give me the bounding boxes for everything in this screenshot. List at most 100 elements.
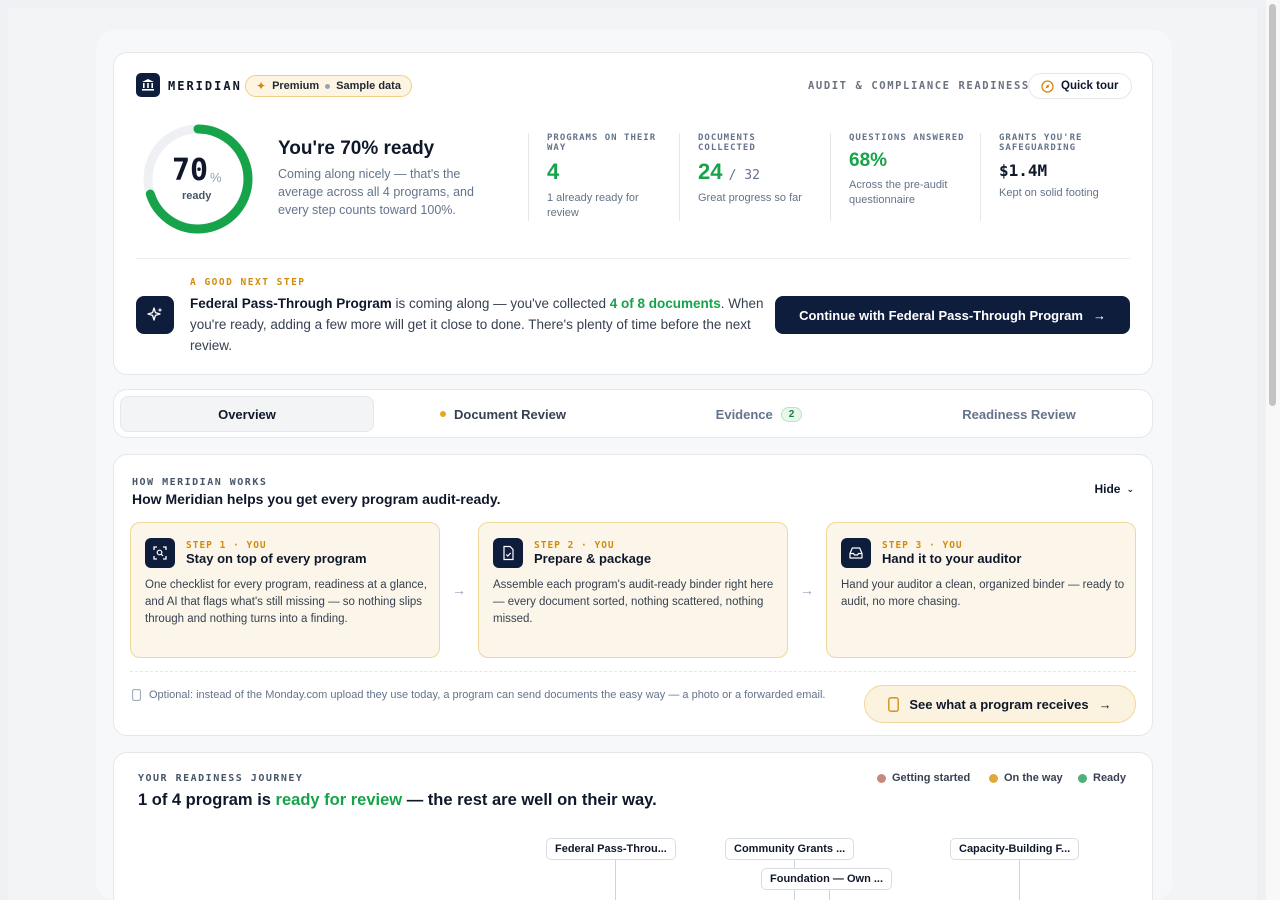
legend-swatch bbox=[877, 773, 886, 783]
step-description: Hand your auditor a clean, organized bin… bbox=[841, 579, 1125, 608]
next-step-label: A GOOD NEXT STEP bbox=[190, 277, 306, 288]
scan-icon bbox=[145, 538, 175, 568]
readiness-description: Coming along nicely — that's the average… bbox=[278, 167, 474, 217]
legend-on-the-way: On the way bbox=[989, 772, 1063, 784]
tab-evidence[interactable]: Evidence 2 bbox=[632, 396, 886, 432]
journey-title-a: 1 of 4 program is bbox=[138, 791, 276, 809]
stat-questions: QUESTIONS ANSWERED 68% Across the pre-au… bbox=[830, 133, 980, 221]
step-kicker: STEP 1 · YOU bbox=[186, 540, 267, 551]
how-it-works-card: HOW MERIDIAN WORKS How Meridian helps yo… bbox=[113, 454, 1153, 736]
stat-documents: DOCUMENTS COLLECTED 24 / 32 Great progre… bbox=[679, 133, 829, 221]
bank-icon bbox=[136, 73, 160, 97]
next-step-text-a: is coming along — you've collected bbox=[391, 296, 610, 311]
stat-note: Across the pre-audit questionnaire bbox=[849, 179, 948, 206]
sparkles-icon bbox=[136, 296, 174, 334]
readiness-title: You're 70% ready bbox=[278, 138, 435, 159]
journey-connector bbox=[829, 890, 830, 900]
program-name: Federal Pass-Throu... bbox=[555, 843, 667, 855]
step-description: One checklist for every program, readine… bbox=[145, 579, 427, 625]
quick-tour-button[interactable]: Quick tour bbox=[1028, 73, 1132, 99]
premium-label: Premium bbox=[272, 80, 320, 92]
stat-grants: GRANTS YOU'RE SAFEGUARDING $1.4M Kept on… bbox=[980, 133, 1130, 221]
section-title: How Meridian helps you get every program… bbox=[132, 491, 501, 507]
step-card-2: STEP 2 · YOU Prepare & package Assemble … bbox=[478, 522, 788, 658]
legend-ready: Ready bbox=[1078, 772, 1126, 784]
see-program-receives-button[interactable]: See what a program receives → bbox=[864, 685, 1136, 723]
step-title: Prepare & package bbox=[534, 551, 652, 566]
legend-getting-started: Getting started bbox=[877, 772, 970, 784]
see-program-receives-label: See what a program receives bbox=[909, 696, 1089, 712]
journey-connector bbox=[615, 860, 616, 900]
readiness-summary-card: MERIDIAN ✦ Premium Sample data AUDIT & C… bbox=[113, 52, 1153, 375]
continue-program-button[interactable]: Continue with Federal Pass-Through Progr… bbox=[775, 296, 1130, 334]
stat-value: 68% bbox=[849, 150, 888, 171]
continue-program-label: Continue with Federal Pass-Through Progr… bbox=[799, 307, 1083, 323]
section-divider bbox=[136, 258, 1130, 259]
section-label: YOUR READINESS JOURNEY bbox=[138, 773, 304, 784]
program-chip[interactable]: Capacity-Building F... bbox=[950, 838, 1080, 860]
tab-bar: Overview Document Review Evidence 2 Readi… bbox=[113, 389, 1153, 438]
tab-label: Readiness Review bbox=[962, 406, 1076, 422]
chevron-down-icon: ⌄ bbox=[1126, 483, 1134, 494]
next-step-program: Federal Pass-Through Program bbox=[190, 296, 392, 311]
program-name: Community Grants ... bbox=[734, 843, 846, 855]
stat-value: 24 / 32 bbox=[698, 159, 829, 185]
premium-badge: ✦ Premium Sample data bbox=[245, 75, 412, 97]
page-scrollbar[interactable] bbox=[1266, 0, 1280, 900]
arrow-right-icon: → bbox=[1092, 307, 1106, 323]
step-title: Stay on top of every program bbox=[186, 551, 367, 566]
count-badge: 2 bbox=[780, 406, 803, 422]
legend-label: On the way bbox=[1004, 772, 1063, 784]
journey-title: 1 of 4 program is ready for review — the… bbox=[138, 791, 657, 810]
inbox-icon bbox=[841, 538, 871, 568]
stat-note: Great progress so far bbox=[698, 192, 802, 204]
tab-label: Document Review bbox=[454, 406, 566, 422]
program-name: Capacity-Building F... bbox=[959, 843, 1071, 855]
hide-button[interactable]: Hide ⌄ bbox=[1094, 482, 1134, 496]
program-chip[interactable]: Foundation — Own ... bbox=[761, 868, 893, 890]
quick-tour-label: Quick tour bbox=[1061, 80, 1119, 92]
step-description: Assemble each program's audit-ready bind… bbox=[493, 579, 774, 625]
step-card-3: STEP 3 · YOU Hand it to your auditor Han… bbox=[826, 522, 1136, 658]
separator-dot bbox=[325, 83, 331, 89]
sparkle-icon: ✦ bbox=[256, 79, 267, 93]
stat-value: $1.4M bbox=[999, 161, 1048, 180]
scrollbar-thumb[interactable] bbox=[1269, 4, 1276, 406]
program-chip[interactable]: Community Grants ... bbox=[725, 838, 855, 860]
hide-label: Hide bbox=[1094, 482, 1121, 496]
audit-readiness-label: AUDIT & COMPLIANCE READINESS bbox=[808, 80, 1030, 92]
step-kicker: STEP 3 · YOU bbox=[882, 540, 963, 551]
status-dot bbox=[440, 411, 446, 417]
stat-programs: PROGRAMS ON THEIR WAY 4 1 already ready … bbox=[528, 133, 678, 221]
stat-label: QUESTIONS ANSWERED bbox=[849, 133, 965, 143]
app-container: MERIDIAN ✦ Premium Sample data AUDIT & C… bbox=[96, 30, 1172, 900]
tab-overview[interactable]: Overview bbox=[120, 396, 374, 432]
stat-label: PROGRAMS ON THEIR WAY bbox=[547, 133, 657, 153]
step-card-1: STEP 1 · YOU Stay on top of every progra… bbox=[130, 522, 440, 658]
stat-label: DOCUMENTS COLLECTED bbox=[698, 133, 756, 153]
file-check-icon bbox=[493, 538, 523, 568]
stat-value: 4 bbox=[547, 159, 560, 184]
step-kicker: STEP 2 · YOU bbox=[534, 540, 615, 551]
legend-swatch bbox=[989, 773, 998, 783]
phone-icon bbox=[132, 687, 141, 703]
step-title: Hand it to your auditor bbox=[882, 551, 1022, 566]
legend-label: Getting started bbox=[892, 772, 971, 784]
readiness-percent: 70 bbox=[172, 153, 209, 188]
optional-note: Optional: instead of the Monday.com uplo… bbox=[132, 687, 852, 703]
section-label: HOW MERIDIAN WORKS bbox=[132, 477, 268, 488]
next-step-highlight: 4 of 8 documents bbox=[609, 296, 721, 311]
tab-document-review[interactable]: Document Review bbox=[376, 396, 630, 432]
optional-text: Optional: instead of the Monday.com uplo… bbox=[149, 689, 826, 701]
compass-icon bbox=[1041, 79, 1054, 93]
program-name: Foundation — Own ... bbox=[770, 873, 884, 885]
brand-name: MERIDIAN bbox=[168, 79, 242, 93]
readiness-journey-card: YOUR READINESS JOURNEY Getting started O… bbox=[113, 752, 1153, 900]
journey-title-b: — the rest are well on their way. bbox=[402, 791, 657, 809]
legend-swatch bbox=[1078, 773, 1087, 783]
program-chip[interactable]: Federal Pass-Throu... bbox=[546, 838, 676, 860]
sample-data-label: Sample data bbox=[336, 80, 401, 92]
tab-readiness-review[interactable]: Readiness Review bbox=[892, 396, 1146, 432]
stat-label: GRANTS YOU'RE SAFEGUARDING bbox=[999, 133, 1083, 153]
dashed-divider bbox=[130, 671, 1136, 672]
